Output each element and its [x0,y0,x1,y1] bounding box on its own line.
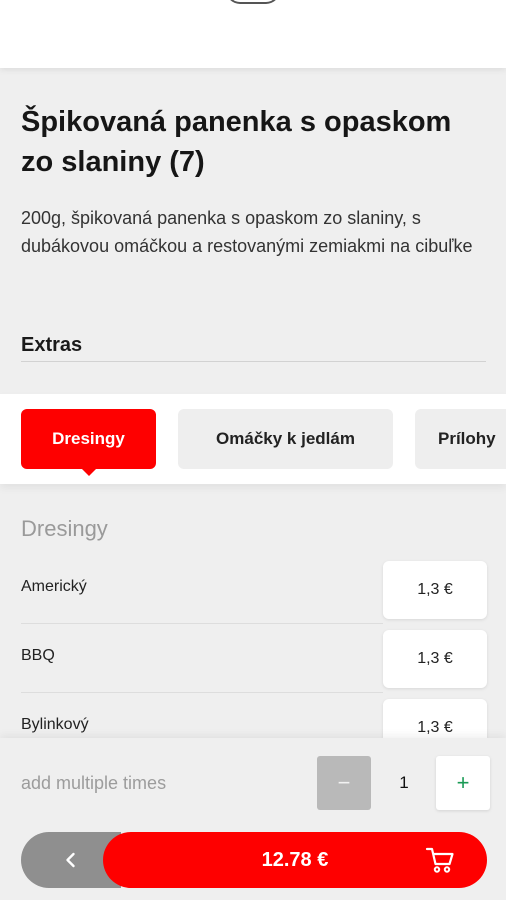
extra-name: BBQ [21,647,55,664]
extras-heading: Extras [21,334,83,356]
quantity-value: 1 [399,773,409,792]
tab-omacky[interactable]: Omáčky k jedlám [178,409,393,469]
list-item: Americký 1,3 € [0,561,506,629]
logo [226,0,280,4]
top-bar [0,0,506,68]
extra-price-button[interactable]: 1,3 € [383,561,487,619]
add-multiple-label: add multiple times [21,773,167,793]
extras-divider [21,361,486,362]
list-item: BBQ 1,3 € [0,630,506,698]
extra-name: Bylinkový [21,716,89,733]
active-tab-indicator [81,468,97,476]
cart-icon [425,847,454,873]
quantity-increase-button[interactable]: + [436,756,490,810]
row-divider [21,623,383,624]
chevron-left-icon [66,852,75,868]
extra-price-button[interactable]: 1,3 € [383,630,487,688]
tab-label: Dresingy [52,429,125,448]
section-title: Dresingy [21,516,108,541]
row-divider [21,692,383,693]
extra-name: Americký [21,578,87,595]
dish-description: 200g, špikovaná panenka s opaskom zo sla… [21,208,473,256]
tab-dresingy[interactable]: Dresingy [21,409,156,476]
order-footer: add multiple times − 1 + 12.78 € [0,738,506,900]
quantity-decrease-button[interactable]: − [317,756,371,810]
tab-prilohy[interactable]: Prílohy [415,409,506,469]
tab-label: Prílohy [438,429,496,448]
tab-label: Omáčky k jedlám [216,429,355,448]
order-total: 12.78 € [261,848,329,871]
add-to-cart-button[interactable]: 12.78 € [103,832,487,888]
extras-tabs: Dresingy Omáčky k jedlám Prílohy [0,394,506,484]
dish-title: Špikovaná panenka s opaskom zo slaniny (… [21,106,452,178]
